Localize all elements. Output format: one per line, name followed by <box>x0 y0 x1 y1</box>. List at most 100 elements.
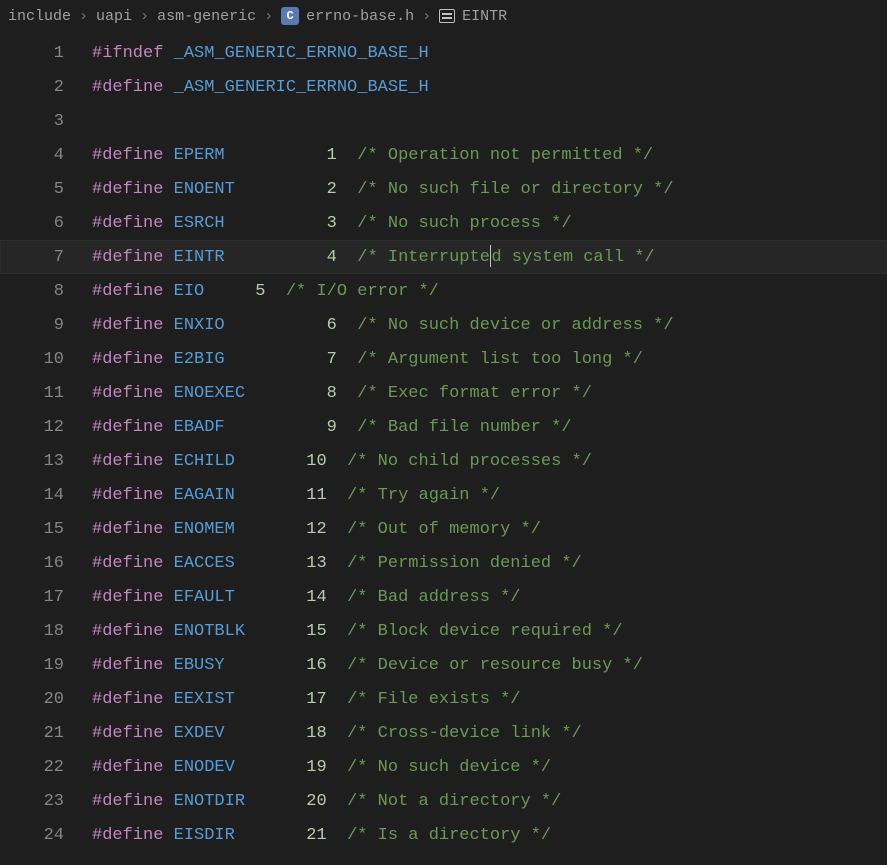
macro-name: ENOTBLK <box>174 622 245 641</box>
breadcrumb-item[interactable]: errno-base.h <box>306 8 414 25</box>
breadcrumb-item[interactable]: EINTR <box>462 8 507 25</box>
macro-name: ECHILD <box>174 452 235 471</box>
macro-value: 20 <box>306 792 326 811</box>
code-line[interactable]: 20#define EEXIST 17 /* File exists */ <box>0 682 887 716</box>
macro-value: 12 <box>306 520 326 539</box>
line-number: 4 <box>0 146 92 165</box>
macro-name: EPERM <box>174 146 225 165</box>
macro-name: EXDEV <box>174 724 225 743</box>
breadcrumb-item[interactable]: uapi <box>96 8 132 25</box>
preproc-directive: #define <box>92 554 163 573</box>
line-number: 24 <box>0 826 92 845</box>
macro-value: 6 <box>316 316 336 335</box>
comment: /* No such device */ <box>347 758 551 777</box>
code-content[interactable]: #define ENOENT 2 /* No such file or dire… <box>92 180 674 199</box>
code-line[interactable]: 21#define EXDEV 18 /* Cross-device link … <box>0 716 887 750</box>
comment: /* No such file or directory */ <box>357 180 673 199</box>
code-line[interactable]: 17#define EFAULT 14 /* Bad address */ <box>0 580 887 614</box>
code-line[interactable]: 11#define ENOEXEC 8 /* Exec format error… <box>0 376 887 410</box>
macro-value: 19 <box>306 758 326 777</box>
code-line[interactable]: 18#define ENOTBLK 15 /* Block device req… <box>0 614 887 648</box>
comment: /* Argument list too long */ <box>357 350 643 369</box>
code-content[interactable]: #define _ASM_GENERIC_ERRNO_BASE_H <box>92 78 429 97</box>
code-line[interactable]: 8#define EIO 5 /* I/O error */ <box>0 274 887 308</box>
line-number: 20 <box>0 690 92 709</box>
code-line[interactable]: 1#ifndef _ASM_GENERIC_ERRNO_BASE_H <box>0 36 887 70</box>
code-content[interactable]: #define EAGAIN 11 /* Try again */ <box>92 486 500 505</box>
code-content[interactable]: #define EEXIST 17 /* File exists */ <box>92 690 521 709</box>
code-content[interactable]: #define E2BIG 7 /* Argument list too lon… <box>92 350 643 369</box>
code-line[interactable]: 5#define ENOENT 2 /* No such file or dir… <box>0 172 887 206</box>
code-content[interactable]: #ifndef _ASM_GENERIC_ERRNO_BASE_H <box>92 44 429 63</box>
macro-name: ESRCH <box>174 214 225 233</box>
code-content[interactable]: #define ENOTBLK 15 /* Block device requi… <box>92 622 623 641</box>
code-line[interactable]: 12#define EBADF 9 /* Bad file number */ <box>0 410 887 444</box>
code-content[interactable]: #define EXDEV 18 /* Cross-device link */ <box>92 724 582 743</box>
code-line[interactable]: 24#define EISDIR 21 /* Is a directory */ <box>0 818 887 852</box>
code-content[interactable]: #define EINTR 4 /* Interrupted system ca… <box>92 246 655 268</box>
code-content[interactable]: #define ENXIO 6 /* No such device or add… <box>92 316 674 335</box>
preproc-directive: #define <box>92 486 163 505</box>
macro-name: _ASM_GENERIC_ERRNO_BASE_H <box>174 78 429 97</box>
code-content[interactable]: #define EPERM 1 /* Operation not permitt… <box>92 146 653 165</box>
line-number: 17 <box>0 588 92 607</box>
line-number: 21 <box>0 724 92 743</box>
comment: /* No such process */ <box>357 214 571 233</box>
code-content[interactable]: #define ECHILD 10 /* No child processes … <box>92 452 592 471</box>
code-line[interactable]: 13#define ECHILD 10 /* No child processe… <box>0 444 887 478</box>
code-content[interactable]: #define ENOTDIR 20 /* Not a directory */ <box>92 792 561 811</box>
code-line[interactable]: 16#define EACCES 13 /* Permission denied… <box>0 546 887 580</box>
macro-name: ENXIO <box>174 316 225 335</box>
line-number: 7 <box>0 248 92 267</box>
breadcrumb-item[interactable]: include <box>8 8 71 25</box>
chevron-right-icon: › <box>75 8 92 25</box>
code-line[interactable]: 14#define EAGAIN 11 /* Try again */ <box>0 478 887 512</box>
macro-name: ENOMEM <box>174 520 235 539</box>
breadcrumb-item[interactable]: asm-generic <box>157 8 256 25</box>
comment: /* Permission denied */ <box>347 554 582 573</box>
code-content[interactable]: #define EIO 5 /* I/O error */ <box>92 282 439 301</box>
code-content[interactable]: #define EBADF 9 /* Bad file number */ <box>92 418 572 437</box>
code-content[interactable]: #define ENOEXEC 8 /* Exec format error *… <box>92 384 592 403</box>
code-content[interactable]: #define ENODEV 19 /* No such device */ <box>92 758 551 777</box>
preproc-directive: #define <box>92 690 163 709</box>
code-line[interactable]: 9#define ENXIO 6 /* No such device or ad… <box>0 308 887 342</box>
code-line[interactable]: 15#define ENOMEM 12 /* Out of memory */ <box>0 512 887 546</box>
symbol-constant-icon <box>439 9 455 23</box>
preproc-directive: #define <box>92 350 163 369</box>
code-content[interactable]: #define ESRCH 3 /* No such process */ <box>92 214 572 233</box>
macro-value: 21 <box>306 826 326 845</box>
preproc-directive: #define <box>92 316 163 335</box>
code-content[interactable]: #define EFAULT 14 /* Bad address */ <box>92 588 521 607</box>
macro-value: 17 <box>306 690 326 709</box>
comment: /* Cross-device link */ <box>347 724 582 743</box>
line-number: 6 <box>0 214 92 233</box>
code-line[interactable]: 6#define ESRCH 3 /* No such process */ <box>0 206 887 240</box>
code-line[interactable]: 3 <box>0 104 887 138</box>
macro-value: 1 <box>316 146 336 165</box>
code-line[interactable]: 22#define ENODEV 19 /* No such device */ <box>0 750 887 784</box>
code-content[interactable]: #define EISDIR 21 /* Is a directory */ <box>92 826 551 845</box>
line-number: 5 <box>0 180 92 199</box>
preproc-directive: #define <box>92 724 163 743</box>
code-content[interactable]: #define ENOMEM 12 /* Out of memory */ <box>92 520 541 539</box>
macro-value: 7 <box>316 350 336 369</box>
macro-value: 9 <box>316 418 336 437</box>
preproc-directive: #define <box>92 282 163 301</box>
macro-value: 5 <box>255 282 265 301</box>
macro-name: EINTR <box>174 248 225 267</box>
code-line[interactable]: 7#define EINTR 4 /* Interrupted system c… <box>0 240 887 274</box>
macro-name: EIO <box>174 282 205 301</box>
code-line[interactable]: 19#define EBUSY 16 /* Device or resource… <box>0 648 887 682</box>
code-line[interactable]: 10#define E2BIG 7 /* Argument list too l… <box>0 342 887 376</box>
code-line[interactable]: 2#define _ASM_GENERIC_ERRNO_BASE_H <box>0 70 887 104</box>
code-line[interactable]: 4#define EPERM 1 /* Operation not permit… <box>0 138 887 172</box>
breadcrumb[interactable]: include › uapi › asm-generic › C errno-b… <box>0 0 887 32</box>
code-line[interactable]: 23#define ENOTDIR 20 /* Not a directory … <box>0 784 887 818</box>
code-editor[interactable]: 1#ifndef _ASM_GENERIC_ERRNO_BASE_H2#defi… <box>0 32 887 852</box>
comment: /* Is a directory */ <box>347 826 551 845</box>
macro-name: _ASM_GENERIC_ERRNO_BASE_H <box>174 44 429 63</box>
code-content[interactable]: #define EACCES 13 /* Permission denied *… <box>92 554 582 573</box>
preproc-directive: #define <box>92 78 163 97</box>
code-content[interactable]: #define EBUSY 16 /* Device or resource b… <box>92 656 643 675</box>
